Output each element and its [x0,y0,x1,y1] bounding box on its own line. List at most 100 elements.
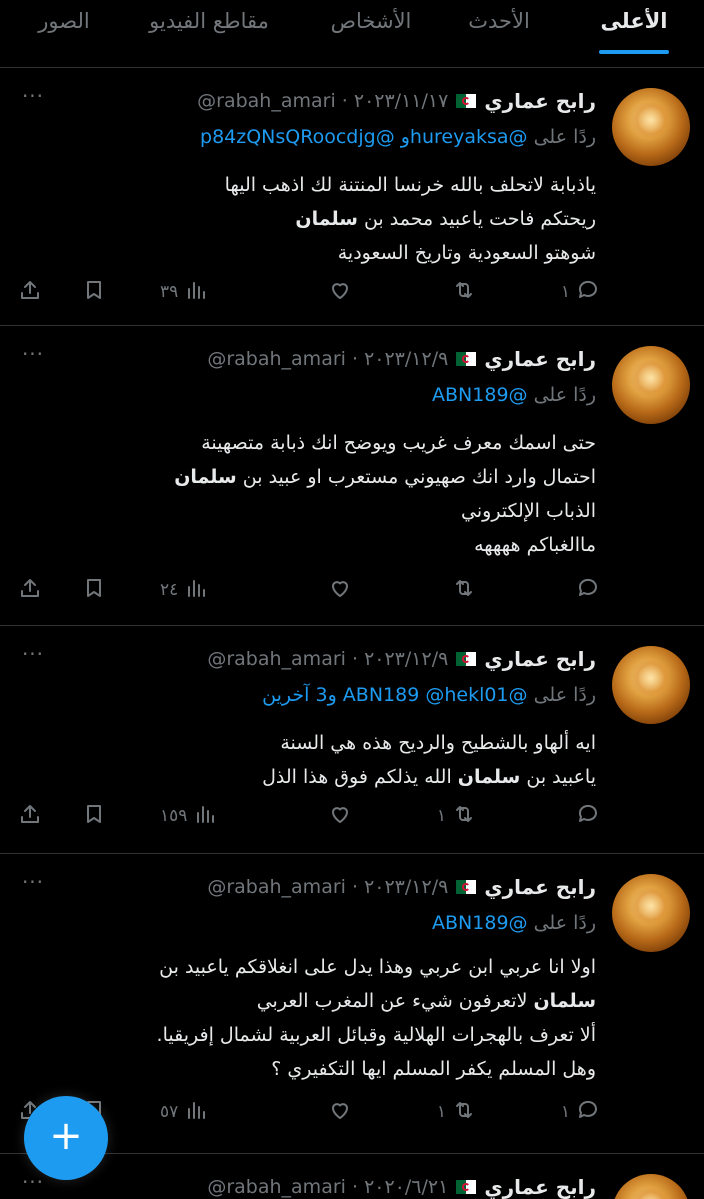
more-icon[interactable]: ··· [18,644,48,668]
tweet[interactable]: رابح عماري @rabah_amari · ٢٠٢٣/١٢/٩ ··· ردً… [0,326,704,626]
views-button[interactable]: ٢٤ [160,570,208,610]
reply-handles[interactable]: @ABN189 @hekl01 و3 آخرين [262,684,527,706]
share-icon [18,802,42,831]
retweet-count: ١ [436,806,446,826]
more-icon[interactable]: ··· [18,872,48,896]
retweet-button[interactable] [446,272,476,312]
avatar[interactable] [612,1174,690,1199]
tweet-actions: ١ ١٥٩ [0,796,704,836]
search-tabs: الأعلى الأحدث الأشخاص مقاطع الفيديو الصو… [0,0,704,68]
avatar[interactable] [612,646,690,724]
more-icon[interactable]: ··· [18,86,48,110]
retweet-icon [452,278,476,307]
tweet-header: رابح عماري @rabah_amari · ٢٠٢٠/٦/٢١ [207,1172,596,1199]
tweet[interactable]: رابح عماري @rabah_amari · ٢٠٢٣/١٢/٩ ··· ردً… [0,626,704,854]
heart-icon [328,576,352,605]
bookmark-icon [82,278,106,307]
author-name[interactable]: رابح عماري [484,1175,596,1199]
reply-context: ردًا على @ABN189 @hekl01 و3 آخرين [262,684,596,706]
reply-handles[interactable]: @hureyaksa‏و @p84zQNsQRoocdjg [200,126,528,148]
tweet-text-line: ايه ألهاو بالشطيح والرديح هذه هي السنة [280,732,596,754]
views-count: ٢٤ [160,580,179,600]
like-button[interactable] [322,272,352,312]
like-button[interactable] [322,1092,352,1132]
reply-prefix: ردًا على [527,912,596,934]
highlighted-keyword: سلمان [533,990,596,1012]
like-button[interactable] [322,570,352,610]
tweet[interactable]: رابح عماري @rabah_amari · ٢٠٢٠/٦/٢١ ··· [0,1154,704,1199]
algeria-flag-icon [456,1180,477,1194]
tab-top[interactable]: الأعلى [584,4,684,64]
share-icon [18,576,42,605]
tweet-header: رابح عماري @rabah_amari · ٢٠٢٣/١٢/٩ [207,872,596,902]
tab-label: الأشخاص [330,9,412,33]
avatar[interactable] [612,874,690,952]
author-handle-date[interactable]: @rabah_amari · ٢٠٢٣/١٢/٩ [207,648,448,670]
bookmark-button[interactable] [82,796,106,836]
tweet[interactable]: رابح عماري @rabah_amari · ٢٠٢٣/١٢/٩ ··· ردً… [0,854,704,1154]
retweet-count: ١ [436,1102,446,1122]
tweet-text-line: ماالغباكم ههههه [474,534,596,556]
author-name[interactable]: رابح عماري [484,647,596,671]
retweet-button[interactable]: ١ [437,796,476,836]
author-handle-date[interactable]: @rabah_amari · ٢٠٢٠/٦/٢١ [207,1176,448,1198]
retweet-button[interactable]: ١ [437,1092,476,1132]
like-button[interactable] [322,796,352,836]
bookmark-button[interactable] [82,272,106,312]
reply-button[interactable]: ١ [561,272,600,312]
reply-icon [576,802,600,831]
reply-handles[interactable]: @ABN189 [432,912,528,934]
views-icon [184,576,208,605]
active-tab-indicator [599,50,669,54]
author-handle-date[interactable]: @rabah_amari · ٢٠٢٣/١١/١٧ [197,90,448,112]
views-button[interactable]: ٣٩ [160,272,208,312]
reply-handles[interactable]: @ABN189 [432,384,528,406]
views-button[interactable]: ٥٧ [160,1092,208,1132]
algeria-flag-icon [456,94,477,108]
reply-button[interactable] [570,570,600,610]
algeria-flag-icon [456,880,477,894]
more-icon[interactable]: ··· [18,344,48,368]
author-name[interactable]: رابح عماري [484,347,596,371]
views-icon [193,802,217,831]
tab-latest[interactable]: الأحدث [449,4,549,64]
algeria-flag-icon [456,352,477,366]
reply-button[interactable] [570,796,600,836]
tweet-text-line: الذباب الإلكتروني [461,500,596,522]
retweet-button[interactable] [446,570,476,610]
reply-context: ردًا على @hureyaksa‏و @p84zQNsQRoocdjg [200,126,596,148]
avatar[interactable] [612,346,690,424]
compose-button[interactable]: + [24,1096,108,1180]
share-button[interactable] [18,796,42,836]
author-name[interactable]: رابح عماري [484,89,596,113]
tab-people[interactable]: الأشخاص [306,4,436,64]
share-button[interactable] [18,272,42,312]
reply-count: ١ [560,282,570,302]
author-handle-date[interactable]: @rabah_amari · ٢٠٢٣/١٢/٩ [207,348,448,370]
views-icon [184,1098,208,1127]
tweet-text: ايه ألهاو بالشطيح والرديح هذه هي السنة يا… [6,726,596,794]
share-button[interactable] [18,570,42,610]
heart-icon [328,1098,352,1127]
tweet-text-line: احتمال وارد انك صهيوني مستعرب او عبيد بن… [174,466,596,488]
reply-icon [576,576,600,605]
tab-videos[interactable]: مقاطع الفيديو [114,4,304,64]
tweet-text: ياذبابة لاتحلف بالله خرنسا المنتنة لك اذ… [6,168,596,270]
more-icon[interactable]: ··· [18,1172,48,1196]
retweet-icon [452,1098,476,1127]
reply-icon [576,1098,600,1127]
tweet-text-line: حتى اسمك معرف غريب ويوضح انك ذبابة متصهي… [201,432,596,454]
heart-icon [328,802,352,831]
tweet[interactable]: رابح عماري @rabah_amari · ٢٠٢٣/١١/١٧ ··· رد… [0,68,704,326]
tweet-text-line: ياذبابة لاتحلف بالله خرنسا المنتنة لك اذ… [224,174,596,196]
bookmark-button[interactable] [82,570,106,610]
views-button[interactable]: ١٥٩ [160,796,217,836]
avatar[interactable] [612,88,690,166]
reply-button[interactable]: ١ [561,1092,600,1132]
author-name[interactable]: رابح عماري [484,875,596,899]
reply-icon [576,278,600,307]
highlighted-keyword: سلمان [174,466,237,488]
author-handle-date[interactable]: @rabah_amari · ٢٠٢٣/١٢/٩ [207,876,448,898]
tab-photos[interactable]: الصور [14,4,114,64]
tweet-header: رابح عماري @rabah_amari · ٢٠٢٣/١١/١٧ [197,86,596,116]
